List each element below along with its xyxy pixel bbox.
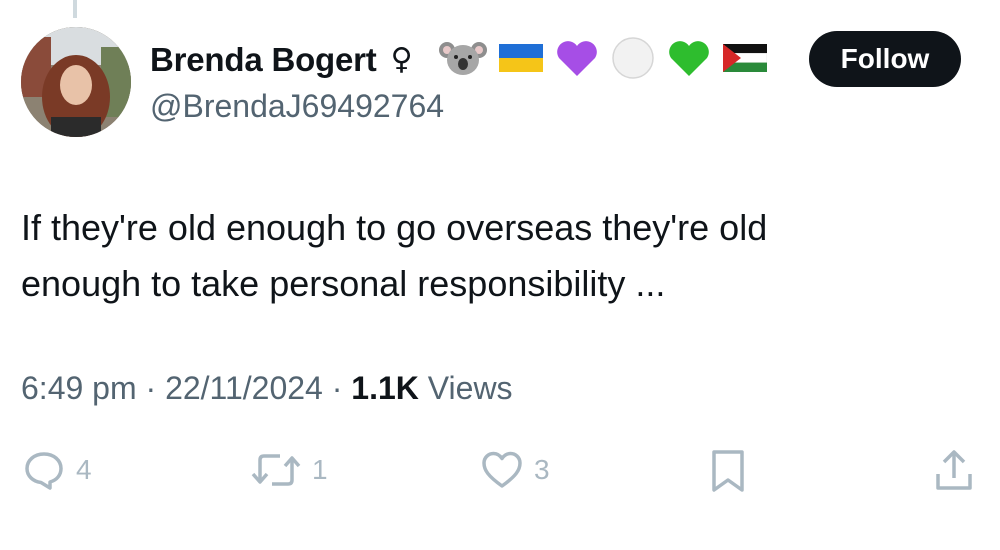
female-sign-icon: ♀ — [390, 42, 413, 77]
bookmark-icon — [712, 450, 744, 492]
palestine-flag-emoji-icon — [722, 42, 767, 79]
tweet-metadata: 6:49 pm · 22/11/2024 · 1.1K Views — [21, 370, 513, 407]
views-count: 1.1K — [351, 370, 419, 406]
thread-connector-line — [73, 0, 77, 18]
tweet-time[interactable]: 6:49 pm — [21, 370, 137, 406]
white-circle-emoji-icon — [611, 36, 655, 85]
tweet-text-line: enough to take personal responsibility .… — [21, 263, 666, 304]
share-icon — [936, 450, 972, 490]
tweet-action-bar: 4 1 3 — [0, 448, 1000, 498]
share-button[interactable] — [932, 448, 976, 494]
author-display-name[interactable]: Brenda Bogert — [150, 41, 377, 79]
reply-button[interactable]: 4 — [22, 448, 92, 492]
meta-separator: · — [331, 370, 343, 406]
like-count: 3 — [534, 454, 550, 485]
purple-heart-emoji-icon — [555, 38, 599, 83]
retweet-button[interactable]: 1 — [250, 448, 328, 492]
retweet-icon — [251, 454, 301, 486]
like-button[interactable]: 3 — [480, 448, 550, 492]
tweet-date[interactable]: 22/11/2024 — [165, 370, 323, 406]
author-handle[interactable]: @BrendaJ69492764 — [150, 88, 800, 125]
reply-count: 4 — [76, 454, 92, 485]
avatar[interactable] — [21, 27, 131, 137]
green-heart-emoji-icon — [667, 38, 711, 83]
views-label: Views — [427, 370, 513, 406]
koala-emoji-icon — [438, 38, 487, 83]
tweet-text: If they're old enough to go overseas the… — [21, 200, 921, 312]
reply-icon — [25, 452, 63, 490]
meta-separator: · — [145, 370, 157, 406]
retweet-count: 1 — [312, 454, 328, 485]
heart-icon — [482, 451, 522, 488]
ukraine-flag-emoji-icon — [498, 42, 543, 79]
tweet-text-line: If they're old enough to go overseas the… — [21, 207, 768, 248]
bookmark-button[interactable] — [708, 448, 748, 494]
follow-button[interactable]: Follow — [809, 31, 961, 87]
